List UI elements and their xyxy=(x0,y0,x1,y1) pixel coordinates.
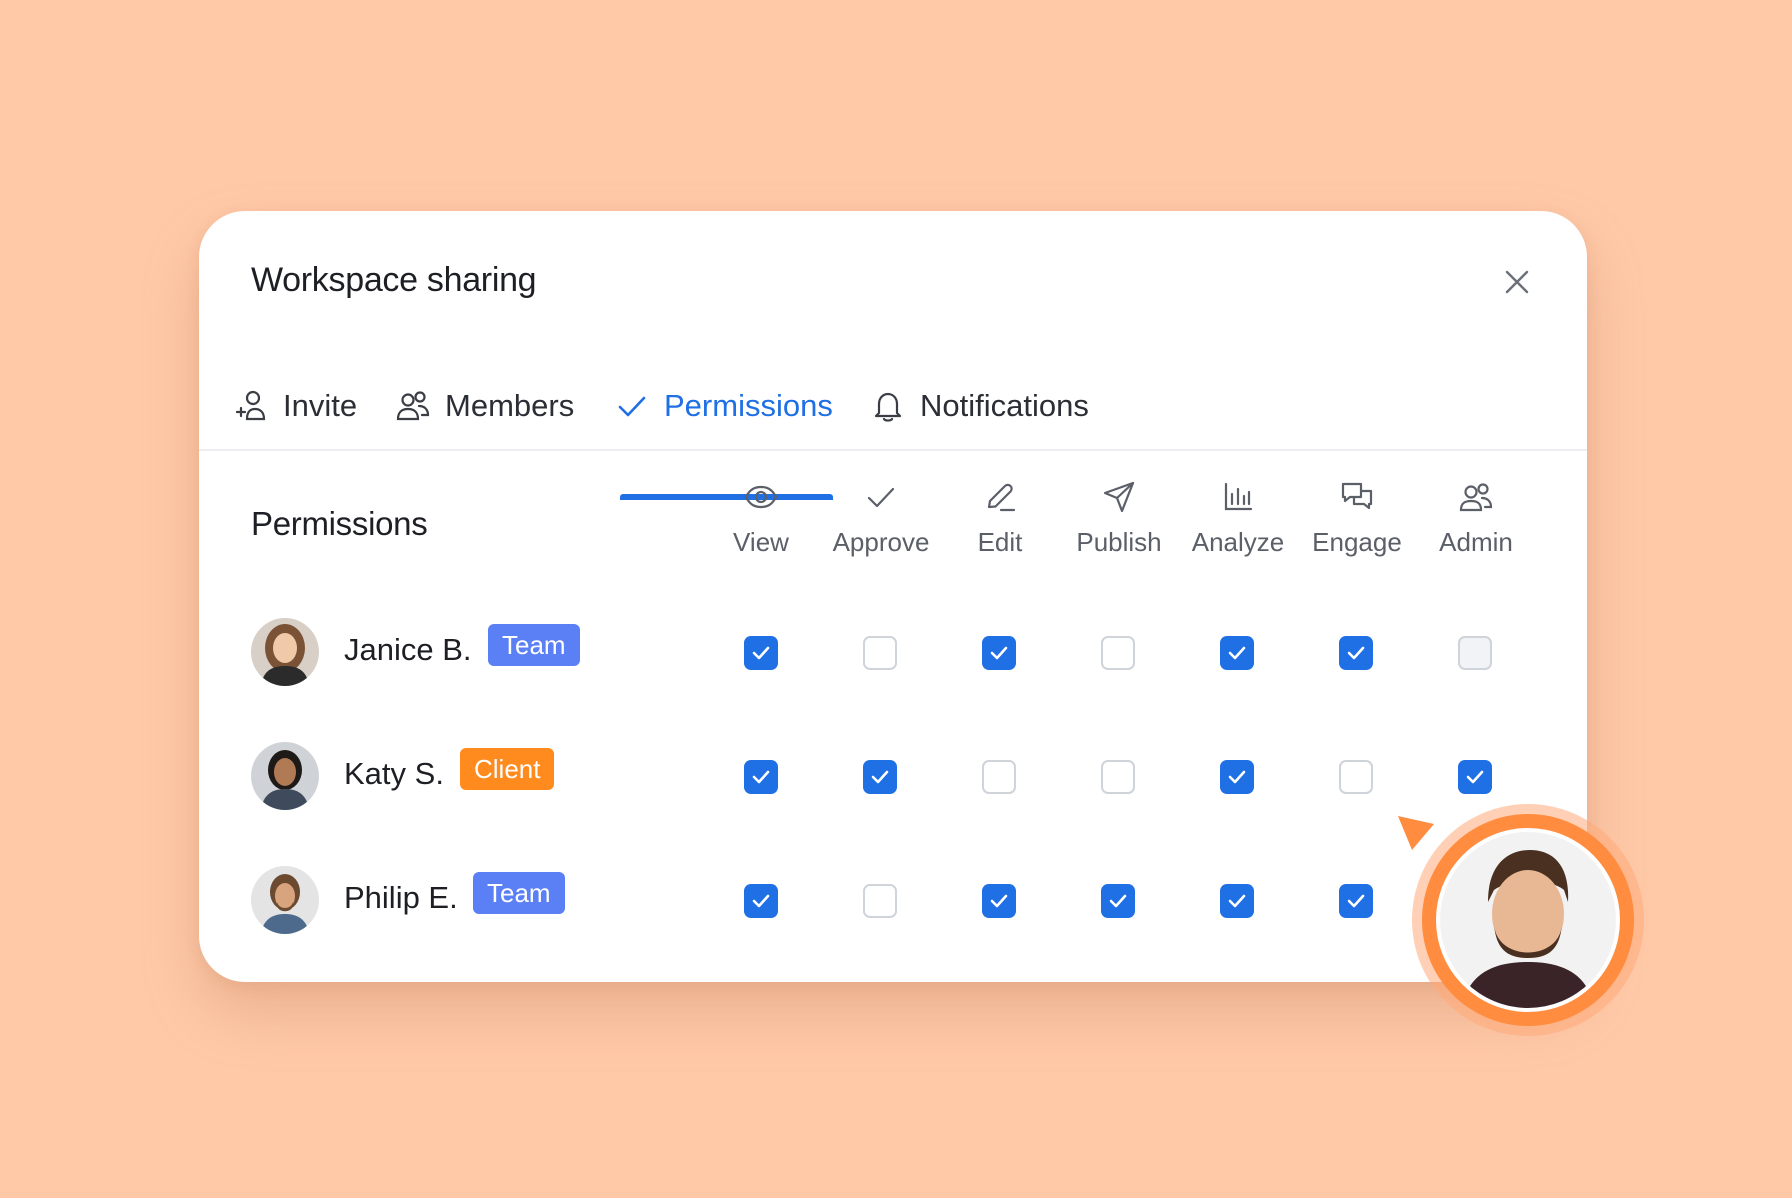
column-label: Approve xyxy=(832,527,930,557)
tab-label: Notifications xyxy=(920,388,1089,423)
column-admin: Admin xyxy=(1416,479,1536,558)
column-analyze: Analyze xyxy=(1178,479,1298,558)
checkbox-edit[interactable] xyxy=(982,884,1016,918)
column-label: Edit xyxy=(977,527,1023,557)
check-icon xyxy=(752,894,770,908)
checkbox-analyze[interactable] xyxy=(1220,760,1254,794)
column-label: View xyxy=(733,527,789,557)
check-icon xyxy=(614,388,650,424)
cursor-pointer-icon xyxy=(1396,814,1436,859)
tab-label: Permissions xyxy=(664,388,833,423)
tab-label: Members xyxy=(445,388,575,423)
column-approve: Approve xyxy=(821,479,941,558)
avatar xyxy=(251,866,319,934)
send-icon xyxy=(1101,479,1137,515)
member-name: Janice B. xyxy=(344,632,472,667)
bell-icon xyxy=(870,388,906,424)
checkbox-view[interactable] xyxy=(744,760,778,794)
checkbox-view[interactable] xyxy=(744,636,778,670)
column-label: Publish xyxy=(1076,527,1162,557)
workspace-sharing-dialog: Workspace sharing Invite Members Permiss… xyxy=(199,211,1587,982)
checkbox-approve[interactable] xyxy=(863,884,897,918)
avatar xyxy=(251,742,319,810)
pencil-icon xyxy=(982,479,1018,515)
column-engage: Engage xyxy=(1297,479,1417,558)
member-name: Katy S. xyxy=(344,756,444,791)
users-icon xyxy=(1458,479,1494,515)
checkbox-edit[interactable] xyxy=(982,760,1016,794)
checkbox-approve[interactable] xyxy=(863,760,897,794)
check-icon xyxy=(1109,894,1127,908)
role-badge: Team xyxy=(473,872,565,914)
check-icon xyxy=(1347,894,1365,908)
permissions-heading: Permissions xyxy=(251,505,428,542)
tab-notifications[interactable]: Notifications xyxy=(870,361,1089,451)
check-icon xyxy=(990,646,1008,660)
bar-chart-icon xyxy=(1220,479,1256,515)
check-icon xyxy=(1228,646,1246,660)
check-icon xyxy=(1347,646,1365,660)
collaborator-avatar xyxy=(1422,814,1634,1026)
member-name: Philip E. xyxy=(344,880,458,915)
member-row-janice: Janice B. Team xyxy=(199,608,1587,688)
column-label: Engage xyxy=(1312,527,1402,557)
canvas: Workspace sharing Invite Members Permiss… xyxy=(0,0,1792,1198)
checkbox-publish[interactable] xyxy=(1101,636,1135,670)
column-publish: Publish xyxy=(1059,479,1179,558)
add-user-icon xyxy=(233,388,269,424)
tab-label: Invite xyxy=(283,388,358,423)
member-row-philip: Philip E. Team xyxy=(199,856,1587,936)
check-icon xyxy=(1228,770,1246,784)
role-badge: Team xyxy=(488,624,580,666)
tab-members[interactable]: Members xyxy=(395,361,574,451)
check-icon xyxy=(990,894,1008,908)
check-icon xyxy=(871,770,889,784)
tab-bar: Invite Members Permissions Notifications xyxy=(199,361,1587,451)
check-icon xyxy=(1466,770,1484,784)
checkbox-analyze[interactable] xyxy=(1220,884,1254,918)
avatar xyxy=(251,618,319,686)
checkbox-admin[interactable] xyxy=(1458,636,1492,670)
checkbox-engage[interactable] xyxy=(1339,636,1373,670)
checkbox-publish[interactable] xyxy=(1101,884,1135,918)
column-label: Admin xyxy=(1439,527,1513,557)
users-icon xyxy=(395,388,431,424)
tab-permissions[interactable]: Permissions xyxy=(614,361,833,451)
checkbox-approve[interactable] xyxy=(863,636,897,670)
column-label: Analyze xyxy=(1191,527,1285,557)
role-badge: Client xyxy=(460,748,555,790)
checkbox-admin[interactable] xyxy=(1458,760,1492,794)
checkbox-engage[interactable] xyxy=(1339,760,1373,794)
close-button[interactable] xyxy=(1499,264,1535,300)
eye-icon xyxy=(743,479,779,515)
chat-icon xyxy=(1339,479,1375,515)
check-icon xyxy=(752,770,770,784)
close-icon xyxy=(1505,270,1529,294)
checkbox-publish[interactable] xyxy=(1101,760,1135,794)
checkbox-edit[interactable] xyxy=(982,636,1016,670)
column-edit: Edit xyxy=(940,479,1060,558)
check-icon xyxy=(1228,894,1246,908)
dialog-title: Workspace sharing xyxy=(251,261,537,299)
tab-invite[interactable]: Invite xyxy=(233,361,357,451)
column-view: View xyxy=(701,479,821,558)
check-icon xyxy=(863,479,899,515)
member-row-katy: Katy S. Client xyxy=(199,732,1587,812)
check-icon xyxy=(752,646,770,660)
checkbox-engage[interactable] xyxy=(1339,884,1373,918)
checkbox-view[interactable] xyxy=(744,884,778,918)
checkbox-analyze[interactable] xyxy=(1220,636,1254,670)
